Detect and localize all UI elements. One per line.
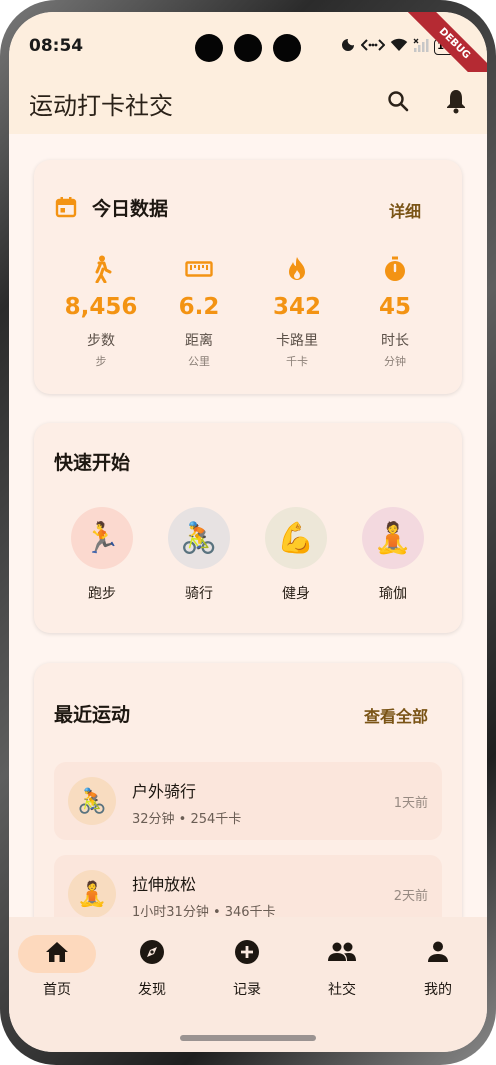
stat-distance: 6.2 距离 公里: [154, 256, 244, 369]
stat-label: 步数: [87, 333, 115, 349]
calendar-icon: [54, 195, 78, 223]
activity-time: 1天前: [393, 796, 428, 811]
compass-icon: [139, 939, 165, 969]
quick-start-label: 健身: [282, 586, 310, 602]
today-data-card: 今日数据 详细 8,456 步数 步 6.2 距离 公里 342 卡路里 千卡 …: [34, 160, 462, 394]
phone-frame: 08:54 100 DE: [0, 0, 496, 1065]
bottom-navigation: 首页 发现 记录 社交 我的: [9, 917, 487, 1052]
home-icon: [45, 941, 69, 967]
flexed-biceps-icon: 💪: [265, 507, 327, 569]
stat-unit: 步: [95, 355, 107, 368]
nav-record[interactable]: 记录: [207, 935, 287, 999]
nav-label: 发现: [138, 982, 166, 998]
camera-lens-2: [234, 34, 262, 62]
stat-value: 6.2: [178, 294, 220, 320]
nav-discover[interactable]: 发现: [112, 935, 192, 999]
view-all-link[interactable]: 查看全部: [364, 703, 428, 727]
quick-start-label: 瑜伽: [379, 586, 407, 602]
stat-value: 342: [272, 294, 321, 320]
bell-icon: [444, 88, 468, 118]
yoga-icon: 🧘: [362, 507, 424, 569]
notifications-button[interactable]: [439, 86, 473, 120]
nav-label: 社交: [328, 982, 356, 998]
person-icon: [427, 941, 449, 967]
search-icon: [386, 89, 410, 117]
quick-start-label: 跑步: [88, 586, 116, 602]
nav-home[interactable]: 首页: [17, 935, 97, 999]
stat-label: 卡路里: [276, 333, 318, 349]
data-transfer-icon: [360, 37, 386, 57]
nav-label: 记录: [233, 982, 261, 998]
stat-unit: 千卡: [286, 355, 308, 368]
details-link[interactable]: 详细: [389, 198, 421, 222]
status-time: 08:54: [29, 36, 84, 56]
add-circle-icon: [234, 939, 260, 969]
recent-activity-title: 最近运动: [54, 704, 131, 726]
status-bar: 08:54 100: [9, 12, 487, 72]
wifi-icon: [390, 37, 408, 57]
quick-start-card: 快速开始 🏃 跑步 🚴 骑行 💪 健身 🧘 瑜伽: [34, 423, 462, 633]
stat-steps: 8,456 步数 步: [56, 255, 146, 369]
search-button[interactable]: [381, 86, 415, 120]
activity-time: 2天前: [393, 889, 428, 904]
camera-lens-3: [273, 34, 301, 62]
cycling-icon: 🚴: [68, 777, 116, 825]
nav-label: 首页: [43, 982, 71, 998]
quick-start-running[interactable]: 🏃 跑步: [62, 507, 142, 603]
stat-value: 45: [378, 294, 411, 320]
stat-unit: 分钟: [384, 355, 406, 368]
nav-label: 我的: [424, 982, 452, 998]
page-title: 运动打卡社交: [29, 92, 173, 120]
activity-meta: 32分钟 • 254千卡: [132, 812, 242, 827]
timer-icon: [383, 256, 407, 286]
home-indicator[interactable]: [180, 1035, 316, 1041]
running-icon: 🏃: [71, 507, 133, 569]
nav-social[interactable]: 社交: [302, 935, 382, 999]
activity-name: 户外骑行: [132, 782, 197, 801]
list-item[interactable]: 🚴 户外骑行 32分钟 • 254千卡 1天前: [54, 762, 442, 840]
stat-duration: 45 时长 分钟: [350, 256, 440, 369]
stat-unit: 公里: [188, 355, 210, 368]
cycling-icon: 🚴: [168, 507, 230, 569]
stat-value: 8,456: [64, 294, 138, 320]
camera-cutout: [195, 34, 301, 62]
moon-icon: [340, 37, 356, 57]
quick-start-label: 骑行: [185, 586, 213, 602]
today-data-title: 今日数据: [92, 198, 169, 220]
people-icon: [327, 942, 357, 966]
yoga-icon: 🧘: [68, 870, 116, 918]
signal-icon: [413, 37, 429, 57]
stat-calories: 342 卡路里 千卡: [252, 256, 342, 369]
ruler-icon: [185, 261, 213, 281]
activity-name: 拉伸放松: [132, 875, 197, 894]
quick-start-cycling[interactable]: 🚴 骑行: [159, 507, 239, 603]
quick-start-fitness[interactable]: 💪 健身: [256, 507, 336, 603]
app-bar: 运动打卡社交: [9, 72, 487, 134]
camera-lens-1: [195, 34, 223, 62]
nav-profile[interactable]: 我的: [398, 935, 478, 999]
stat-label: 距离: [185, 333, 213, 349]
fire-icon: [286, 256, 308, 286]
quick-start-title: 快速开始: [54, 452, 131, 474]
app-screen: 08:54 100 DE: [9, 12, 487, 1052]
stat-label: 时长: [381, 333, 409, 349]
walking-icon: [90, 255, 112, 287]
quick-start-yoga[interactable]: 🧘 瑜伽: [353, 507, 433, 603]
